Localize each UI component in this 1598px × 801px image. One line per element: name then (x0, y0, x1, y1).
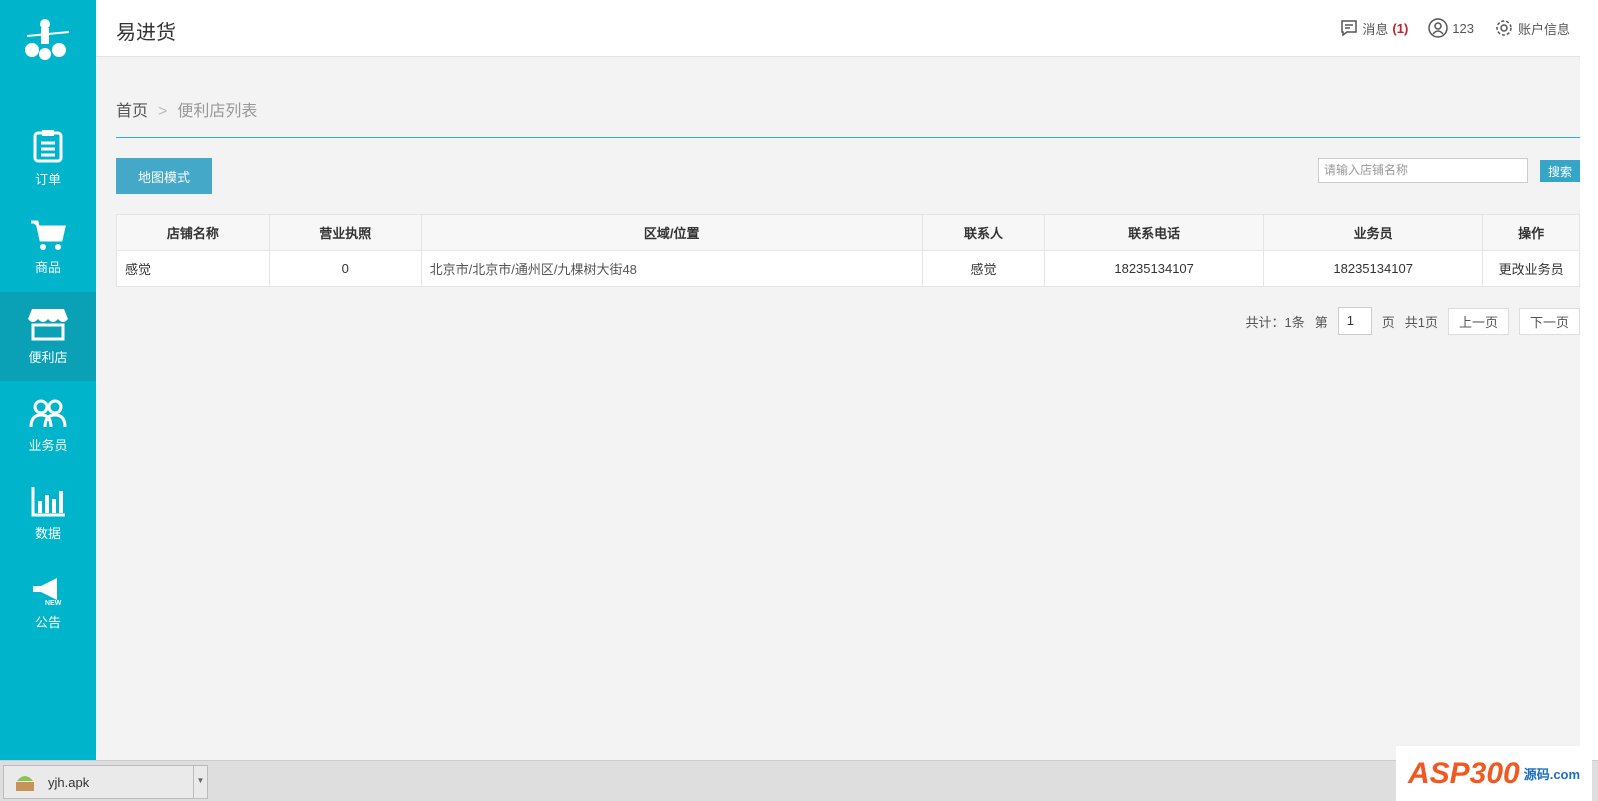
breadcrumb-separator: > (158, 103, 168, 120)
column-header: 业务员 (1263, 214, 1484, 251)
breadcrumb-home[interactable]: 首页 (116, 103, 148, 120)
megaphone-icon: NEW (33, 578, 62, 606)
top-bar: 易进货 消息 (1) 123 账户信息 (96, 0, 1580, 57)
scrollbar[interactable] (1580, 0, 1598, 760)
main-content: 首页 > 便利店列表 地图模式 请输入店铺名称 搜索 店铺名称 营业执照 区域/位置… (116, 57, 1580, 335)
table-row: 感觉 0 北京市/北京市/通州区/九棵树大街48 感觉 18235134107 … (116, 250, 1580, 287)
salesman: 18235134107 (1263, 250, 1484, 287)
username: 123 (1452, 20, 1474, 36)
messages-link[interactable]: 消息 (1) (1340, 19, 1408, 38)
message-icon (1341, 20, 1358, 37)
column-header: 区域/位置 (420, 214, 923, 251)
contact: 感觉 (921, 250, 1046, 287)
sidebar-item-products[interactable]: 商品 (0, 203, 96, 292)
sidebar-item-label: 公告 (34, 615, 61, 630)
cart-icon (31, 220, 66, 250)
sidebar-item-label: 数据 (34, 526, 61, 541)
sidebar-item-label: 订单 (34, 172, 61, 187)
download-filename: yjh.apk (48, 774, 90, 790)
page-suffix: 页 (1381, 314, 1395, 330)
users-icon (29, 399, 67, 428)
messages-count: (1) (1392, 20, 1409, 36)
watermark-logo: ASP300 源码.com (1396, 746, 1592, 801)
location: 北京市/北京市/通州区/九棵树大街48 (420, 250, 923, 287)
column-header: 店铺名称 (116, 214, 270, 251)
sidebar-item-salesmen[interactable]: 业务员 (0, 381, 96, 470)
table-header-row: 店铺名称 营业执照 区域/位置 联系人 联系电话 业务员 操作 (116, 214, 1580, 251)
store-name: 感觉 (116, 250, 270, 287)
logo-icon (25, 19, 70, 60)
sidebar-item-label: 便利店 (28, 350, 68, 365)
search-button[interactable]: 搜索 (1540, 160, 1580, 182)
change-salesman-link[interactable]: 更改业务员 (1482, 250, 1580, 287)
account-info-link[interactable]: 账户信息 (1494, 18, 1570, 38)
messages-label: 消息 (1362, 21, 1389, 37)
sidebar: 订单 商品 便利店 业务员 数据 NEW 公告 (0, 0, 96, 760)
next-page-button[interactable]: 下一页 (1519, 307, 1580, 335)
svg-text:NEW: NEW (45, 600, 62, 606)
column-header: 营业执照 (268, 214, 422, 251)
sidebar-item-orders[interactable]: 订单 (0, 114, 96, 203)
page-prefix: 第 (1314, 314, 1328, 330)
download-bar: yjh.apk ▼ (0, 760, 1598, 801)
sidebar-item-stores[interactable]: 便利店 (0, 292, 96, 381)
store-table: 店铺名称 营业执照 区域/位置 联系人 联系电话 业务员 操作 感觉 0 北京市… (116, 214, 1580, 287)
pagination: 共计：1条 第 1 页 共1页 上一页 下一页 (116, 307, 1580, 335)
phone: 18235134107 (1044, 250, 1265, 287)
column-header: 联系电话 (1044, 214, 1265, 251)
total-pages: 共1页 (1404, 314, 1438, 330)
license: 0 (268, 250, 422, 287)
download-item[interactable]: yjh.apk ▼ (3, 765, 208, 799)
column-header: 联系人 (921, 214, 1046, 251)
user-link[interactable]: 123 (1428, 18, 1474, 38)
account-label: 账户信息 (1517, 21, 1570, 37)
column-header: 操作 (1482, 214, 1580, 251)
gear-icon (1496, 20, 1512, 36)
store-search-input[interactable]: 请输入店铺名称 (1318, 158, 1528, 183)
user-icon (1428, 18, 1449, 38)
sidebar-item-data[interactable]: 数据 (0, 470, 96, 559)
apk-icon (16, 776, 34, 791)
sidebar-item-announcements[interactable]: NEW 公告 (0, 559, 96, 648)
app-title: 易进货 (116, 22, 176, 44)
sidebar-item-label: 商品 (34, 260, 61, 275)
chevron-down-icon[interactable]: ▼ (193, 766, 207, 798)
prev-page-button[interactable]: 上一页 (1448, 307, 1509, 335)
store-icon (28, 309, 68, 341)
clipboard-icon (33, 130, 63, 163)
breadcrumb-current: 便利店列表 (177, 103, 258, 120)
sidebar-item-label: 业务员 (28, 438, 68, 453)
total-count: 共计：1条 (1245, 314, 1305, 330)
breadcrumb: 首页 > 便利店列表 (116, 97, 1580, 138)
logo[interactable] (0, 0, 96, 80)
bar-chart-icon (31, 487, 65, 517)
page-input[interactable]: 1 (1337, 307, 1372, 335)
map-mode-button[interactable]: 地图模式 (116, 158, 212, 194)
